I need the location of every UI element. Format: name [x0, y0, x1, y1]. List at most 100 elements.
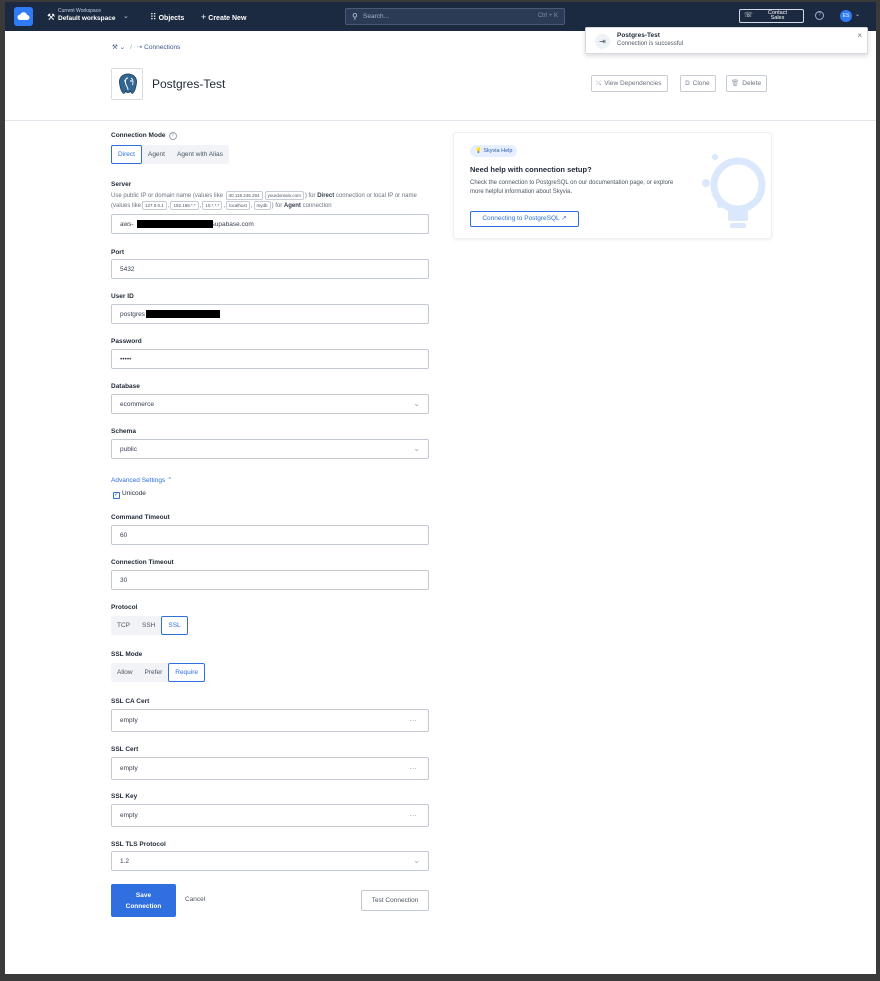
unicode-label: Unicode — [122, 490, 146, 497]
help-link-button[interactable]: Connecting to PostgreSQL ↗ — [470, 211, 579, 227]
ssl-key-value: empty — [120, 812, 138, 819]
workspace-caption: Current Workspace — [58, 8, 101, 14]
ssl-cert-label: SSL Cert — [111, 746, 139, 753]
ssl-tls-protocol-value: 1.2 — [120, 858, 130, 865]
unicode-checkbox[interactable]: ✓ Unicode — [113, 490, 146, 499]
contact-sales-button[interactable]: ☏ Contact Sales — [739, 9, 804, 23]
skyvia-logo-icon[interactable] — [14, 7, 33, 26]
user-id-input[interactable]: postgres — [111, 304, 429, 324]
close-icon[interactable]: × — [857, 31, 862, 40]
ssl-mode-prefer[interactable]: Prefer — [139, 663, 169, 682]
more-icon[interactable]: … — [409, 714, 418, 723]
chevron-down-icon: ⌄ — [413, 856, 420, 865]
port-label: Port — [111, 249, 124, 256]
search-icon: ⚲ — [352, 12, 358, 21]
ssl-cert-input[interactable]: empty … — [111, 757, 429, 780]
chevron-down-icon: ⌄ — [123, 13, 129, 20]
external-link-icon: ↗ — [561, 215, 567, 222]
advanced-settings-toggle[interactable]: Advanced Settings ⌃ — [111, 476, 172, 484]
lightbulb-illustration-icon — [702, 154, 766, 228]
question-icon[interactable]: ? — [168, 132, 177, 140]
create-new-button[interactable]: + Create New — [201, 12, 246, 22]
connection-timeout-input[interactable]: 30 — [111, 570, 429, 590]
chevron-down-icon: ⌄ — [413, 399, 420, 408]
protocol-tcp[interactable]: TCP — [111, 616, 136, 635]
objects-link[interactable]: ⠿ Objects — [150, 12, 184, 23]
database-select[interactable]: ecommerce ⌄ — [111, 394, 429, 414]
hint-tag: yourdomain.com — [264, 191, 304, 200]
search-input[interactable]: ⚲ Search... Ctrl + K — [345, 8, 565, 25]
breadcrumb-connections-link[interactable]: ⇢ Connections — [137, 44, 180, 51]
schema-select[interactable]: public ⌄ — [111, 439, 429, 459]
advanced-settings-label: Advanced Settings — [111, 477, 166, 484]
breadcrumb-home-icon[interactable]: ⚒ ⌄ — [112, 44, 125, 51]
redaction-bar — [137, 220, 213, 228]
ssl-mode-selector: Allow Prefer Require — [111, 663, 206, 682]
help-badge-label: Skyvia Help — [483, 148, 513, 154]
ssl-mode-require[interactable]: Require — [168, 663, 206, 682]
command-timeout-value: 60 — [120, 532, 128, 539]
help-text: Check the connection to PostgreSQL on ou… — [470, 180, 674, 195]
schema-value: public — [120, 446, 137, 453]
mode-agent-with-alias[interactable]: Agent with Alias — [171, 145, 229, 164]
redaction-bar — [146, 310, 220, 318]
view-dependencies-button[interactable]: ⤯ View Dependencies — [591, 75, 668, 92]
hint-text: connection — [302, 203, 332, 209]
port-input[interactable]: 5432 — [111, 259, 429, 279]
hint-text: connection or — [335, 193, 372, 199]
clone-label: Clone — [692, 80, 710, 87]
ssl-mode-allow[interactable]: Allow — [111, 663, 139, 682]
cancel-button[interactable]: Cancel — [185, 896, 205, 903]
hint-text: Use public IP or domain name (values lik… — [111, 193, 223, 199]
ssl-cert-value: empty — [120, 765, 138, 772]
dependencies-icon: ⤯ — [596, 80, 602, 87]
clone-button[interactable]: ⧉ Clone — [680, 75, 716, 92]
search-shortcut: Ctrl + K — [537, 13, 558, 19]
password-input[interactable]: ••••• — [111, 349, 429, 369]
avatar[interactable]: ES — [840, 10, 852, 22]
server-input[interactable]: aws- .supabase.com — [111, 214, 429, 234]
help-icon[interactable]: ? — [815, 11, 824, 20]
command-timeout-input[interactable]: 60 — [111, 525, 429, 545]
ssl-tls-protocol-select[interactable]: 1.2 ⌄ — [111, 851, 429, 871]
more-icon[interactable]: … — [409, 809, 418, 818]
protocol-label: Protocol — [111, 604, 138, 611]
ssl-ca-cert-label: SSL CA Cert — [111, 698, 150, 705]
delete-button[interactable]: 🗑 Delete — [726, 75, 768, 92]
connection-timeout-value: 30 — [120, 577, 128, 584]
ssl-ca-cert-input[interactable]: empty… — [111, 709, 429, 732]
hint-tag: localhost — [226, 201, 250, 210]
hint-tag: 40.118.246.204 — [225, 191, 263, 200]
schema-label: Schema — [111, 428, 136, 435]
toast-title: Postgres-Test — [617, 32, 660, 39]
notification-toast: ⇥ Postgres-Test Connection is successful… — [585, 27, 868, 54]
help-badge: 💡 Skyvia Help — [470, 145, 518, 157]
server-hint: Use public IP or domain name (values lik… — [111, 191, 417, 210]
save-label-1: Save — [135, 892, 152, 899]
hint-tag: 10.*.*.* — [202, 201, 223, 210]
header-divider — [5, 120, 876, 121]
connection-timeout-label: Connection Timeout — [111, 559, 174, 566]
contact-sales-label-2: Sales — [770, 15, 785, 21]
breadcrumb: ⚒ ⌄ / ⇢ Connections — [112, 43, 180, 51]
protocol-ssh[interactable]: SSH — [136, 616, 161, 635]
save-connection-button[interactable]: Save Connection — [111, 884, 176, 917]
plus-icon: + — [201, 12, 207, 22]
hint-bold: Agent — [283, 203, 301, 209]
port-value: 5432 — [120, 266, 135, 273]
mode-direct[interactable]: Direct — [111, 145, 142, 164]
connection-icon: ⇥ — [595, 34, 610, 49]
connection-mode-selector: Direct Agent Agent with Alias — [111, 145, 229, 164]
server-label: Server — [111, 181, 132, 188]
help-link-label: Connecting to PostgreSQL — [482, 215, 560, 222]
mode-agent[interactable]: Agent — [142, 145, 171, 164]
more-icon[interactable]: … — [409, 762, 418, 771]
view-dependencies-label: View Dependencies — [604, 80, 662, 87]
protocol-ssl[interactable]: SSL — [161, 616, 188, 635]
test-connection-button[interactable]: Test Connection — [361, 890, 429, 911]
avatar-chevron-down-icon[interactable]: ⌄ — [855, 11, 860, 18]
password-label: Password — [111, 338, 142, 345]
ssl-key-input[interactable]: empty … — [111, 804, 429, 827]
create-new-label: Create New — [208, 15, 247, 22]
objects-label: Objects — [158, 15, 185, 22]
